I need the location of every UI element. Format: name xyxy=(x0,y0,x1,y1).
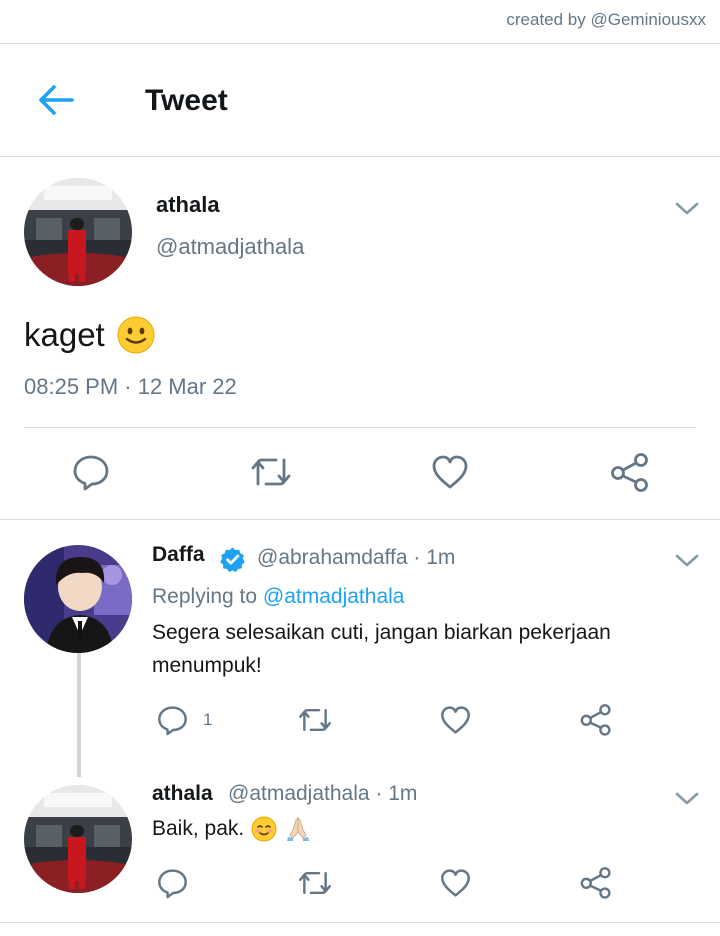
replying-label: Replying to xyxy=(152,585,258,608)
avatar[interactable] xyxy=(24,785,132,893)
chevron-down-icon xyxy=(675,202,699,215)
reply-button[interactable]: 1 xyxy=(156,704,212,736)
share-icon xyxy=(611,453,648,492)
like-icon xyxy=(432,455,468,489)
divider xyxy=(0,519,720,520)
smiling-face-icon xyxy=(251,816,277,841)
reply-count: 1 xyxy=(203,710,213,729)
avatar[interactable] xyxy=(24,545,132,653)
reply-handle-time: @abrahamdaffa · 1m xyxy=(257,546,456,569)
author-handle[interactable]: @atmadjathala xyxy=(156,234,304,260)
arrow-left-icon xyxy=(39,85,74,115)
retweet-icon xyxy=(299,708,331,732)
retweet-button[interactable] xyxy=(297,705,333,735)
thread-connector xyxy=(77,653,81,777)
reply-text: Segera selesaikan cuti, jangan biarkan p… xyxy=(152,621,611,677)
tweet-text-content: kaget xyxy=(24,316,105,353)
reply-button[interactable] xyxy=(156,867,189,899)
slightly-smiling-face-icon xyxy=(117,316,155,354)
retweet-icon xyxy=(299,871,331,895)
retweet-button[interactable] xyxy=(249,454,293,490)
like-button[interactable] xyxy=(430,454,470,490)
share-button[interactable] xyxy=(609,452,651,492)
author-name[interactable]: athala xyxy=(156,192,220,218)
reply-menu-button[interactable] xyxy=(674,788,700,808)
reply-author-name[interactable]: athala xyxy=(152,782,213,806)
tweet-text: kaget xyxy=(24,316,155,354)
retweet-icon xyxy=(251,458,291,486)
reply-author-name[interactable]: Daffa xyxy=(152,543,205,567)
share-button[interactable] xyxy=(579,703,613,736)
like-icon xyxy=(441,869,470,897)
like-button[interactable] xyxy=(439,705,472,735)
back-button[interactable] xyxy=(36,82,76,118)
like-button[interactable] xyxy=(439,868,472,898)
verified-badge-icon xyxy=(220,547,245,573)
like-icon xyxy=(441,706,470,734)
credit-text: created by @Geminiousxx xyxy=(506,10,706,29)
page-title: Tweet xyxy=(145,84,228,117)
reply-button[interactable] xyxy=(71,453,111,491)
share-icon xyxy=(580,704,611,736)
top-bar: Tweet xyxy=(0,44,720,156)
reply-text: Baik, pak. xyxy=(152,812,312,845)
share-button[interactable] xyxy=(579,866,613,899)
divider xyxy=(0,922,720,923)
reply-icon xyxy=(158,869,187,899)
retweet-button[interactable] xyxy=(297,868,333,898)
reply-text-content: Baik, pak. xyxy=(152,817,245,840)
reply-icon xyxy=(158,706,187,736)
mention-link[interactable]: @atmadjathala xyxy=(263,585,405,608)
replying-to: Replying to @atmadjathala xyxy=(152,585,404,609)
divider xyxy=(24,427,696,428)
reply-menu-button[interactable] xyxy=(674,550,700,570)
chevron-down-icon xyxy=(675,554,699,567)
reply-icon xyxy=(73,455,109,491)
divider xyxy=(0,156,720,157)
share-icon xyxy=(580,867,611,899)
tweet-timestamp: 08:25 PM · 12 Mar 22 xyxy=(24,374,237,399)
chevron-down-icon xyxy=(675,792,699,805)
avatar[interactable] xyxy=(24,178,132,286)
tweet-menu-button[interactable] xyxy=(674,198,700,218)
folded-hands-icon xyxy=(287,816,310,841)
reply-handle-time: @atmadjathala · 1m xyxy=(228,782,418,805)
